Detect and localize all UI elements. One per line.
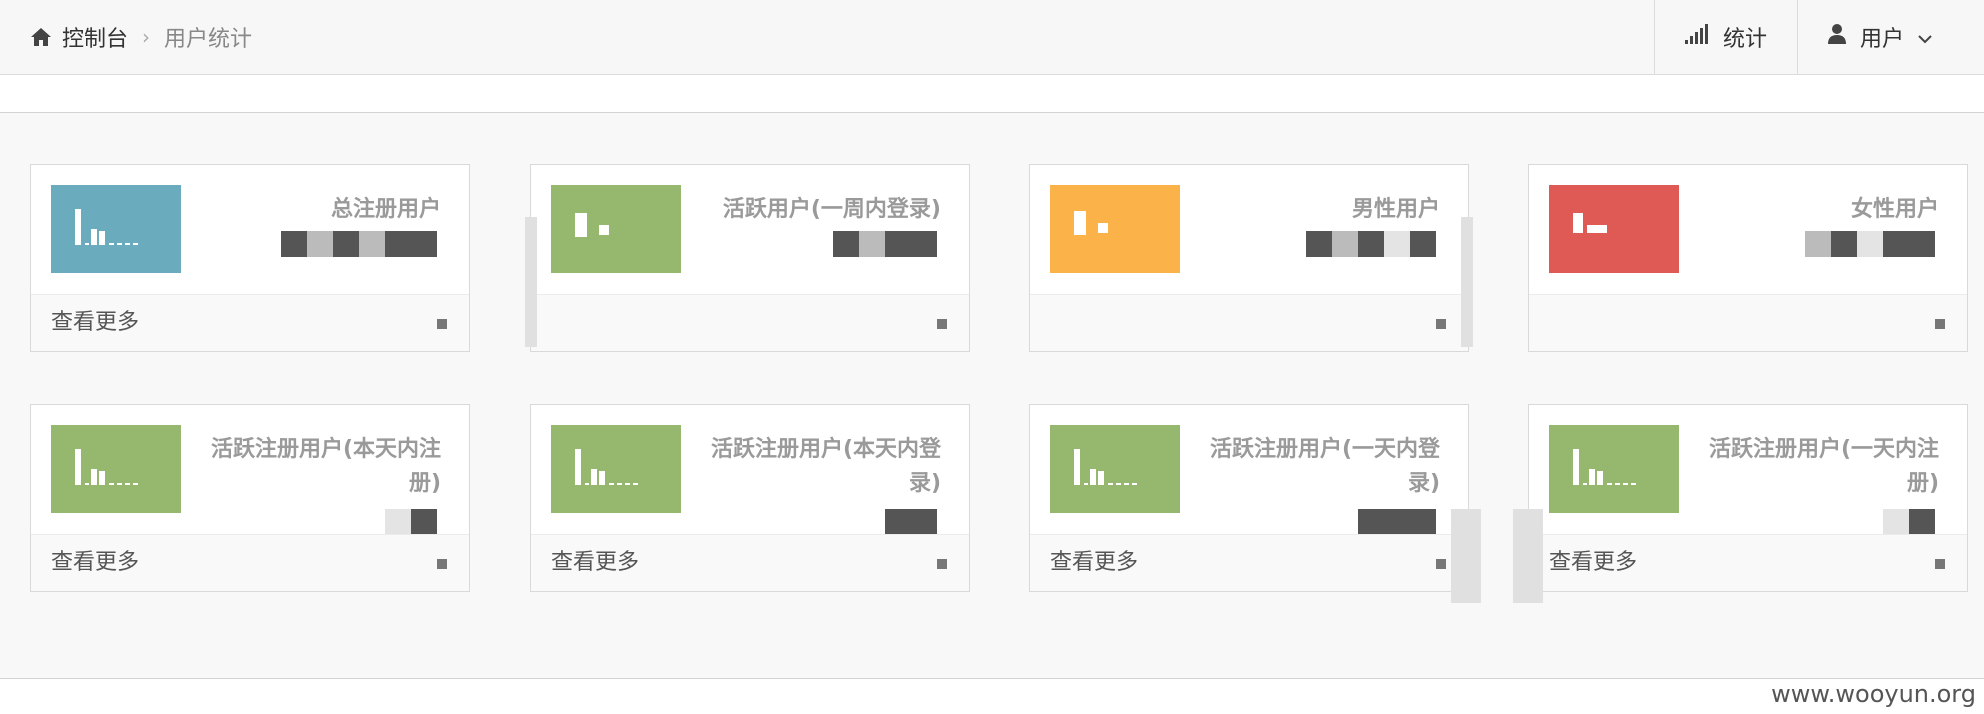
stat-card-day-login: 活跃注册用户(一天内登录) 查看更多 [1029, 404, 1469, 592]
card-title: 女性用户 [1850, 197, 1939, 222]
chevron-right-icon: › [142, 25, 151, 49]
arrow-right-icon [437, 319, 447, 329]
stat-value-redacted [885, 509, 937, 535]
user-menu[interactable]: 用户 [1796, 0, 1962, 74]
stat-value-redacted [385, 509, 437, 535]
stat-card-weekly-active: 活跃用户(一周内登录) [530, 164, 970, 352]
breadcrumb: 控制台 › 用户统计 [30, 0, 252, 74]
chart-icon-tile [51, 425, 181, 513]
sub-toolbar [0, 75, 1984, 113]
arrow-right-icon [1436, 559, 1446, 569]
stat-value-redacted [1358, 509, 1436, 535]
card-title: 活跃注册用户(本天内注册) [210, 437, 441, 496]
card-title: 男性用户 [1351, 197, 1440, 222]
watermark: www.wooyun.org [1771, 680, 1976, 708]
stat-card-female-users: 女性用户 [1528, 164, 1968, 352]
stat-value-redacted [1883, 509, 1935, 535]
view-more-link[interactable]: 查看更多 [31, 294, 469, 351]
arrow-right-icon [1935, 319, 1945, 329]
stats-label: 统计 [1722, 27, 1767, 52]
chart-icon-tile [1050, 425, 1180, 513]
view-more-link[interactable] [531, 294, 969, 351]
card-title: 活跃注册用户(一天内登录) [1209, 437, 1440, 496]
view-more-label: 查看更多 [1050, 550, 1139, 575]
stats-menu[interactable]: 统计 [1653, 0, 1797, 74]
chart-icon-tile [1549, 425, 1679, 513]
chart-icon-tile [1050, 185, 1180, 273]
view-more-label: 查看更多 [51, 310, 140, 335]
breadcrumb-current: 用户统计 [164, 27, 253, 52]
bar-chart-icon [575, 213, 609, 237]
card-title: 总注册用户 [330, 197, 441, 222]
view-more-link[interactable] [1529, 294, 1967, 351]
redaction-artifact [1513, 509, 1543, 603]
bar-chart-icon [1573, 449, 1636, 485]
card-title: 活跃注册用户(一天内注册) [1708, 437, 1939, 496]
bar-chart-icon [1074, 449, 1137, 485]
user-label: 用户 [1859, 27, 1904, 52]
view-more-link[interactable]: 查看更多 [31, 534, 469, 591]
chart-icon-tile [551, 425, 681, 513]
stat-value-redacted [1306, 231, 1436, 257]
stat-card-today-registered: 活跃注册用户(本天内注册) 查看更多 [30, 404, 470, 592]
breadcrumb-home[interactable]: 控制台 [62, 21, 128, 53]
arrow-right-icon [937, 319, 947, 329]
home-icon[interactable] [30, 26, 52, 48]
view-more-link[interactable] [1030, 294, 1468, 351]
redaction-artifact [1451, 509, 1481, 603]
bar-chart-icon [575, 449, 638, 485]
bar-chart-icon [1074, 211, 1108, 235]
card-title: 活跃用户(一周内登录) [722, 197, 941, 222]
stat-value-redacted [1805, 231, 1935, 257]
signal-icon [1684, 24, 1709, 50]
bar-chart-icon [1573, 213, 1607, 233]
bar-chart-icon [75, 449, 138, 485]
view-more-label: 查看更多 [551, 550, 640, 575]
stat-card-total-users: 总注册用户 查看更多 [30, 164, 470, 352]
arrow-right-icon [937, 559, 947, 569]
stat-value-redacted [833, 231, 937, 257]
view-more-link[interactable]: 查看更多 [531, 534, 969, 591]
view-more-label: 查看更多 [1549, 550, 1638, 575]
view-more-label: 查看更多 [51, 550, 140, 575]
redaction-artifact [1461, 217, 1473, 347]
chart-icon-tile [551, 185, 681, 273]
view-more-link[interactable]: 查看更多 [1529, 534, 1967, 591]
stat-card-day-registered: 活跃注册用户(一天内注册) 查看更多 [1528, 404, 1968, 592]
arrow-right-icon [1935, 559, 1945, 569]
top-nav-menu: 统计 用户 [1653, 0, 1962, 74]
stat-card-today-login: 活跃注册用户(本天内登录) 查看更多 [530, 404, 970, 592]
redaction-artifact [525, 217, 537, 347]
arrow-right-icon [1436, 319, 1446, 329]
arrow-right-icon [437, 559, 447, 569]
chevron-down-icon [1918, 25, 1932, 50]
view-more-link[interactable]: 查看更多 [1030, 534, 1468, 591]
card-title: 活跃注册用户(本天内登录) [710, 437, 941, 496]
stat-card-male-users: 男性用户 [1029, 164, 1469, 352]
stat-value-redacted [281, 231, 437, 257]
bar-chart-icon [75, 209, 138, 245]
user-icon [1827, 24, 1846, 50]
chart-icon-tile [1549, 185, 1679, 273]
stats-panel: 总注册用户 查看更多 活跃用户(一周内登录) 男性用户 女性用户 活跃注册用户(… [0, 113, 1984, 679]
top-navbar: 控制台 › 用户统计 统计 用户 [0, 0, 1984, 75]
chart-icon-tile [51, 185, 181, 273]
